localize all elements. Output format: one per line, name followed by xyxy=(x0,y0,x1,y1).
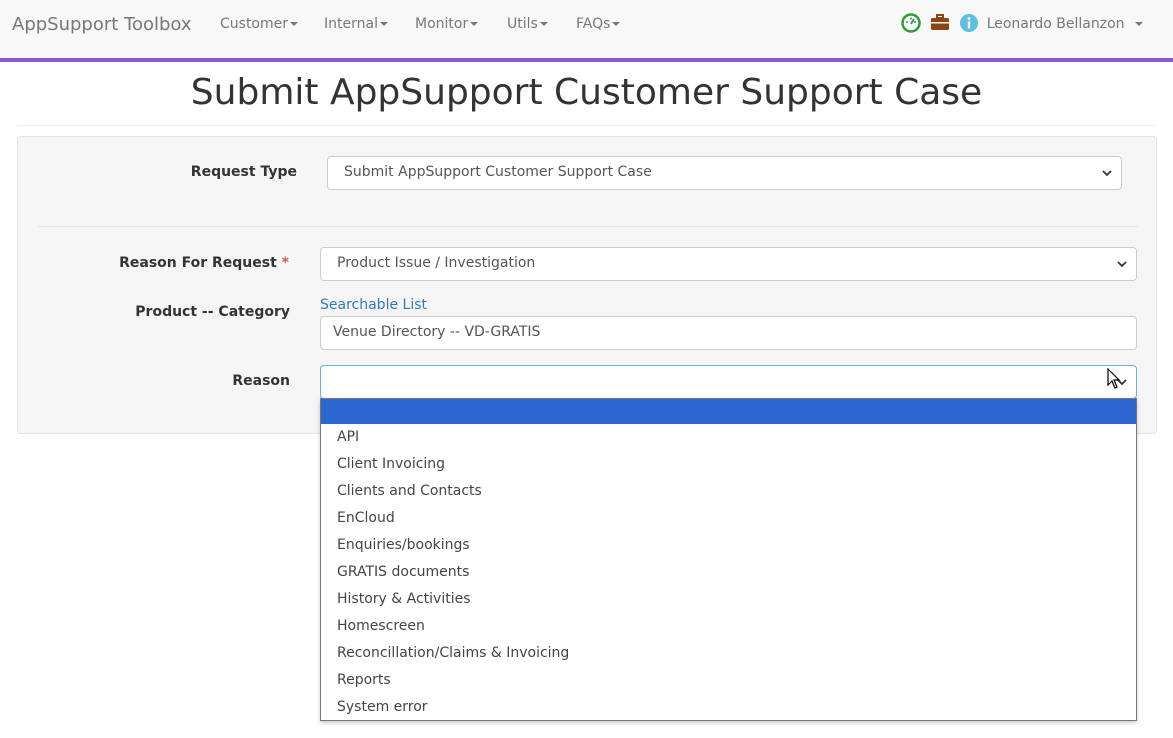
menu-customer-label: Customer xyxy=(220,16,289,32)
required-mark: * xyxy=(281,255,289,271)
info-icon[interactable] xyxy=(959,13,979,33)
reason-option[interactable]: Homescreen xyxy=(321,613,1136,640)
form-separator xyxy=(38,226,1138,227)
dashboard-icon[interactable] xyxy=(901,13,921,33)
reason-label: Reason xyxy=(232,373,290,389)
reason-option[interactable]: System error xyxy=(321,694,1136,721)
menu-faqs[interactable]: FAQs xyxy=(576,16,621,32)
menu-internal[interactable]: Internal xyxy=(324,16,388,32)
product-category-label: Product -- Category xyxy=(135,304,290,320)
caret-down-icon xyxy=(612,22,621,26)
caret-down-icon xyxy=(1135,22,1143,26)
reason-option[interactable]: EnCloud xyxy=(321,505,1136,532)
reason-for-request-value: Product Issue / Investigation xyxy=(337,255,536,271)
reason-option[interactable]: GRATIS documents xyxy=(321,559,1136,586)
reason-option[interactable]: Clients and Contacts xyxy=(321,478,1136,505)
menu-utils[interactable]: Utils xyxy=(507,16,548,32)
menu-utils-label: Utils xyxy=(507,16,538,32)
reason-select[interactable] xyxy=(320,365,1137,399)
product-category-value: Venue Directory -- VD-GRATIS xyxy=(333,324,541,340)
reason-option-blank[interactable] xyxy=(321,399,1136,424)
reason-option[interactable]: Reports xyxy=(321,667,1136,694)
reason-for-request-label: Reason For Request * xyxy=(119,255,289,271)
reason-option[interactable]: Enquiries/bookings xyxy=(321,532,1136,559)
request-type-select[interactable]: Submit AppSupport Customer Support Case xyxy=(327,156,1122,190)
reason-option[interactable]: Reconcillation/Claims & Invoicing xyxy=(321,640,1136,667)
user-menu[interactable]: Leonardo Bellanzon xyxy=(987,16,1143,32)
page-title: Submit AppSupport Customer Support Case xyxy=(190,72,983,113)
chevron-down-icon xyxy=(1102,170,1112,177)
reason-option[interactable]: History & Activities xyxy=(321,586,1136,613)
user-name: Leonardo Bellanzon xyxy=(986,16,1125,32)
request-type-label: Request Type xyxy=(190,164,297,180)
reason-options-list: API Client Invoicing Clients and Contact… xyxy=(320,398,1137,721)
caret-down-icon xyxy=(470,22,479,26)
briefcase-icon[interactable] xyxy=(930,13,950,33)
reason-option[interactable]: Client Invoicing xyxy=(321,451,1136,478)
searchable-list-link[interactable]: Searchable List xyxy=(320,297,427,313)
reason-option[interactable]: API xyxy=(321,424,1136,451)
reason-for-request-label-text: Reason For Request xyxy=(119,255,277,271)
menu-monitor[interactable]: Monitor xyxy=(415,16,479,32)
menu-faqs-label: FAQs xyxy=(576,16,611,32)
reason-for-request-select[interactable]: Product Issue / Investigation xyxy=(320,247,1137,281)
chevron-down-icon xyxy=(1117,261,1127,268)
menu-customer[interactable]: Customer xyxy=(220,16,299,32)
menu-monitor-label: Monitor xyxy=(415,16,469,32)
top-navbar: AppSupport Toolbox Customer Internal Mon… xyxy=(0,0,1173,62)
mouse-cursor-icon xyxy=(1107,368,1121,389)
request-type-value: Submit AppSupport Customer Support Case xyxy=(344,164,652,180)
product-category-field[interactable]: Venue Directory -- VD-GRATIS xyxy=(320,316,1137,350)
caret-down-icon xyxy=(290,22,299,26)
caret-down-icon xyxy=(539,22,548,26)
brand-link[interactable]: AppSupport Toolbox xyxy=(12,14,192,35)
caret-down-icon xyxy=(379,22,388,26)
menu-internal-label: Internal xyxy=(324,16,378,32)
title-divider xyxy=(17,125,1156,126)
